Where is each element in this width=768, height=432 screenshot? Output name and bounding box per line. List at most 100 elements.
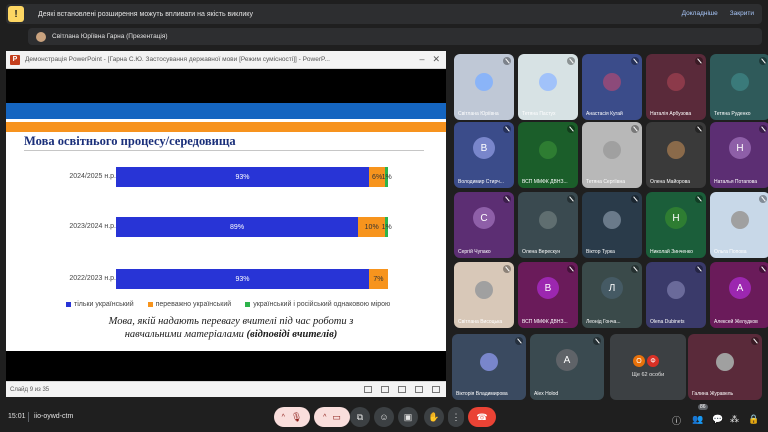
details-link[interactable]: Докладніше xyxy=(682,10,718,17)
participant-name: Володимир Стирч... xyxy=(458,179,504,185)
chevron-up-icon[interactable]: ^ xyxy=(323,414,326,421)
participant-tile[interactable]: Світлана Юріївна xyxy=(454,54,514,120)
data-label: 10% xyxy=(364,223,379,231)
emoji-icon: ☺ xyxy=(379,412,389,422)
participant-tile[interactable]: Світлана Висоцька xyxy=(454,262,514,328)
participant-avatar xyxy=(539,210,557,229)
participant-tile[interactable]: Тетяна Руденко xyxy=(710,54,768,120)
mic-muted-icon xyxy=(503,265,511,273)
slide-sorter-icon[interactable] xyxy=(398,386,406,393)
participant-avatar xyxy=(475,280,493,299)
participant-avatar xyxy=(539,72,557,91)
participant-tile[interactable]: А Алексей Желудков xyxy=(710,262,768,328)
presentation-titlebar: P Демонстрація PowerPoint - [Гарна С.Ю. … xyxy=(6,51,446,69)
present-button[interactable]: ▣ xyxy=(398,407,418,427)
participant-tile[interactable]: Віктор Турка xyxy=(582,192,642,258)
minimize-icon[interactable]: – xyxy=(419,54,424,65)
participant-name: ВСП ММФК ДВНЗ... xyxy=(522,179,568,185)
participant-tile[interactable]: Наталія Арбузова xyxy=(646,54,706,120)
data-label: 7% xyxy=(373,275,384,283)
clock: 15:01 xyxy=(8,413,26,420)
mic-muted-icon xyxy=(567,195,575,203)
participant-tile[interactable]: ВСП ММФК ДВНЗ... xyxy=(518,122,578,188)
notes-icon[interactable] xyxy=(364,386,372,393)
category-label: 2022/2023 н.р. xyxy=(69,275,116,282)
mic-muted-icon xyxy=(515,337,523,345)
heading-divider xyxy=(24,150,424,151)
participant-avatar: Л xyxy=(601,277,623,300)
captions-button[interactable]: ⧉ xyxy=(350,407,370,427)
legend-swatch xyxy=(147,302,153,307)
participant-name: Наталья Потапова xyxy=(714,179,758,185)
participant-tile[interactable]: Н Наталья Потапова xyxy=(710,122,768,188)
more-participants-tile[interactable]: О Ф Ще 62 особи xyxy=(610,334,686,400)
participant-avatar xyxy=(475,72,493,91)
slide: Мова освітнього процесу/середовища 2024/… xyxy=(6,103,446,351)
mic-off-icon[interactable]: 🎙 xyxy=(291,412,302,423)
mic-muted-icon xyxy=(503,195,511,203)
participant-avatar: В xyxy=(537,277,559,300)
participant-tile[interactable]: Тетяна Сергіївна xyxy=(582,122,642,188)
participant-tile[interactable]: С Сергій Чупако xyxy=(454,192,514,258)
participant-name: Олена Майорова xyxy=(650,179,690,185)
participant-tile[interactable]: Олена Майорова xyxy=(646,122,706,188)
more-vert-icon: ⋮ xyxy=(451,411,461,422)
chevron-up-icon[interactable]: ^ xyxy=(282,414,285,421)
legend-label: український і російський однаковою мірою xyxy=(253,301,391,308)
reading-view-icon[interactable] xyxy=(415,386,423,393)
mic-muted-icon xyxy=(567,265,575,273)
participant-tile[interactable]: Вікторія Владимирова xyxy=(452,334,526,400)
data-label: 89% xyxy=(230,223,245,231)
participant-avatar xyxy=(480,352,498,371)
participant-tile[interactable]: Л Леонід Гонча... xyxy=(582,262,642,328)
participant-tile[interactable]: Н Николай Зинченко xyxy=(646,192,706,258)
participant-avatar xyxy=(731,72,749,91)
participant-tile[interactable]: В ВСП ММФК ДВНЗ... xyxy=(518,262,578,328)
divider xyxy=(28,412,29,422)
presenter-bar[interactable]: Світлана Юріївна Гарна (Презентація) xyxy=(28,28,762,45)
slide-band-orange xyxy=(6,122,446,132)
legend-swatch xyxy=(245,302,251,307)
participant-name: Світлана Висоцька xyxy=(458,319,503,325)
slide-area: Мова освітнього процесу/середовища 2024/… xyxy=(6,69,446,381)
participant-tile[interactable]: Олена Верескун xyxy=(518,192,578,258)
participant-name: Тетяна Пастух xyxy=(522,111,556,117)
participant-name: Olena Dubinets xyxy=(650,319,685,325)
info-icon[interactable]: ⓘ xyxy=(672,414,681,427)
mic-muted-icon xyxy=(631,57,639,65)
more-options-button[interactable]: ⋮ xyxy=(448,407,464,427)
participant-name: Николай Зинченко xyxy=(650,249,693,255)
participant-name: Віктор Турка xyxy=(586,249,615,255)
participant-tile[interactable]: В Володимир Стирч... xyxy=(454,122,514,188)
mic-toggle[interactable]: ^ 🎙 xyxy=(274,407,310,427)
participant-tile[interactable]: Тетяна Пастух xyxy=(518,54,578,120)
close-icon[interactable]: ✕ xyxy=(432,54,440,65)
participant-tile[interactable]: A Alex Holod xyxy=(530,334,604,400)
participant-tile[interactable]: Анастасія Кугай xyxy=(582,54,642,120)
slideshow-icon[interactable] xyxy=(432,386,440,393)
meeting-code: iio-oywd-ctm xyxy=(34,413,74,420)
host-controls-icon[interactable]: 🔒 xyxy=(748,414,759,425)
participant-avatar: Н xyxy=(665,207,687,230)
participant-tile[interactable]: Olena Dubinets xyxy=(646,262,706,328)
camera-toggle[interactable]: ^ ▭ xyxy=(314,407,350,427)
people-icon[interactable]: 👥 xyxy=(692,414,703,425)
people-count-badge: 86 xyxy=(698,404,708,410)
presentation-status-bar: Слайд 9 из 35 xyxy=(6,381,446,397)
reactions-button[interactable]: ☺ xyxy=(374,407,394,427)
camera-off-icon[interactable]: ▭ xyxy=(332,412,341,423)
participant-avatar: А xyxy=(729,277,751,300)
mic-muted-icon xyxy=(751,337,759,345)
activities-icon[interactable]: ⁂ xyxy=(730,414,739,425)
leave-call-button[interactable]: ☎ xyxy=(468,407,496,427)
chat-icon[interactable]: 💬 xyxy=(712,414,723,425)
participant-tile[interactable]: Ольга Попова xyxy=(710,192,768,258)
normal-view-icon[interactable] xyxy=(381,386,389,393)
participant-tile[interactable]: Галина Журавель xyxy=(688,334,762,400)
slide-caption: Мова, якій надають перевагу вчителі під … xyxy=(96,315,366,341)
bar-segment: 93% xyxy=(116,269,369,289)
raise-hand-button[interactable]: ✋ xyxy=(424,407,444,427)
close-link[interactable]: Закрити xyxy=(730,10,754,17)
participant-avatar xyxy=(603,72,621,91)
phone-hangup-icon: ☎ xyxy=(476,411,488,422)
